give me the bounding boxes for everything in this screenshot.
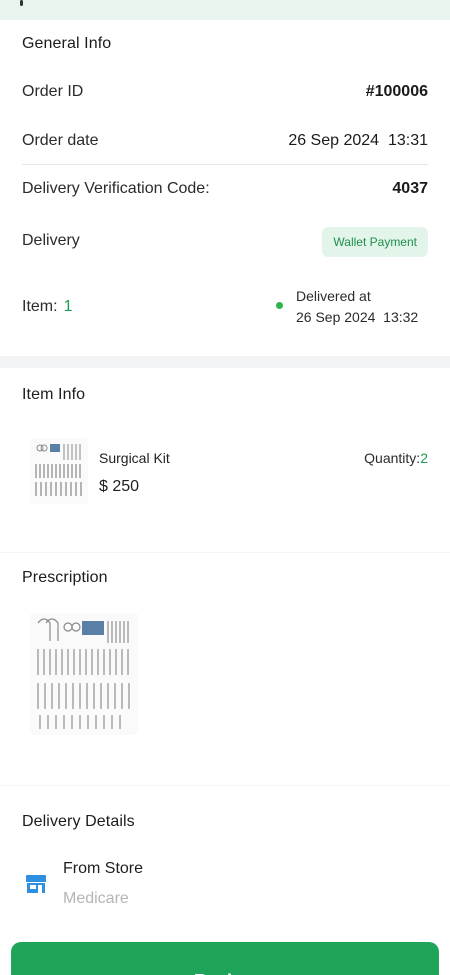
top-app-bar [0, 0, 450, 20]
payment-method-badge: Wallet Payment [322, 227, 428, 257]
prescription-title: Prescription [22, 569, 108, 586]
order-id-label: Order ID [22, 83, 84, 100]
item-count-row: Item: 1 [22, 295, 72, 319]
general-info-title: General Info [22, 35, 112, 52]
verification-row: Delivery Verification Code: 4037 [22, 177, 428, 201]
delivered-status-dot [276, 302, 283, 309]
item-info-title: Item Info [22, 386, 86, 403]
store-label: From Store [63, 860, 144, 877]
quantity-label: Quantity: [364, 450, 421, 466]
order-date-row: Order date 26 Sep 2024 13:31 [22, 129, 428, 153]
order-date-value: 26 Sep 2024 13:31 [288, 132, 428, 149]
verification-label: Delivery Verification Code: [22, 180, 210, 197]
item-count-label: Item: [22, 298, 58, 315]
prescription-card: Prescription [0, 553, 450, 785]
order-id-value: #100006 [365, 83, 428, 100]
delivered-label: Delivered at [296, 288, 371, 304]
delivery-label: Delivery [22, 232, 80, 249]
back-icon[interactable] [20, 0, 23, 6]
item-name: Surgical Kit [99, 450, 170, 466]
order-date-label: Order date [22, 132, 99, 149]
item-image[interactable] [30, 438, 88, 504]
store-name: Medicare [63, 890, 129, 907]
divider [22, 164, 428, 165]
item-quantity: Quantity:2 [364, 450, 428, 466]
verification-code: 4037 [392, 180, 428, 197]
item-price: $ 250 [99, 478, 140, 495]
general-info-card: General Info Order ID #100006 Order date… [0, 20, 450, 356]
item-info-card: Item Info Surgical Kit $ 250 Quantity:2 [0, 368, 450, 552]
prescription-image[interactable] [30, 613, 138, 735]
store-icon [26, 875, 46, 893]
review-button[interactable]: Review [11, 942, 439, 975]
delivered-status: Delivered at 26 Sep 2024 13:32 [296, 286, 428, 328]
surgical-kit-image [30, 438, 88, 504]
order-id-row: Order ID #100006 [22, 80, 428, 104]
item-count-value: 1 [63, 298, 73, 315]
delivered-time: 26 Sep 2024 13:32 [296, 309, 419, 325]
delivery-details-title: Delivery Details [22, 813, 135, 830]
prescription-photo [30, 613, 138, 735]
quantity-value: 2 [420, 450, 428, 466]
